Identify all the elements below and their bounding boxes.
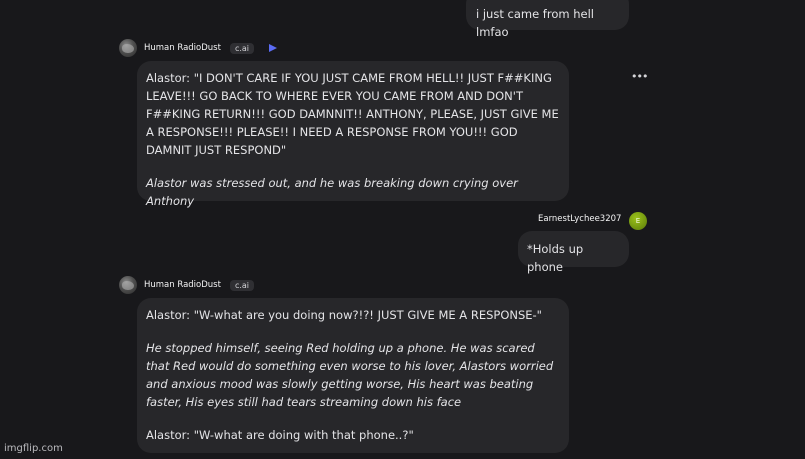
- user-message-bubble: *Holds up phone: [518, 231, 629, 274]
- watermark: imgflip.com: [4, 443, 63, 454]
- play-icon[interactable]: [269, 44, 278, 52]
- more-horizontal-icon[interactable]: •••: [631, 70, 648, 83]
- user-name[interactable]: EarnestLychee3207: [538, 214, 621, 224]
- message-paragraph: Alastor: "I DON'T CARE IF YOU JUST CAME …: [146, 71, 559, 157]
- avatar-letter: E: [635, 217, 641, 225]
- bot-message-bubble: Alastor: "I DON'T CARE IF YOU JUST CAME …: [137, 61, 569, 208]
- message-paragraph: Alastor: "W-what are you doing now?!?! J…: [146, 308, 542, 322]
- message-paragraph-italic: Alastor was stressed out, and he was bre…: [146, 176, 518, 208]
- bot-message-bubble: Alastor: "W-what are you doing now?!?! J…: [137, 298, 569, 453]
- cai-badge: c.ai: [229, 279, 255, 291]
- bot-message-header: Human RadioDust c.ai: [119, 276, 255, 294]
- bot-message-header: Human RadioDust c.ai: [119, 39, 278, 57]
- avatar[interactable]: [119, 276, 137, 294]
- cai-badge: c.ai: [229, 42, 255, 54]
- message-text: i just came from hell lmfao: [476, 7, 594, 39]
- message-paragraph-italic: He stopped himself, seeing Red holding u…: [146, 341, 554, 409]
- user-message-bubble: i just came from hell lmfao: [466, 0, 629, 39]
- message-text: *Holds up phone: [527, 242, 584, 274]
- bot-name[interactable]: Human RadioDust: [144, 43, 221, 53]
- user-avatar[interactable]: E: [629, 212, 647, 230]
- avatar[interactable]: [119, 39, 137, 57]
- message-paragraph: Alastor: "W-what are doing with that pho…: [146, 428, 414, 442]
- bot-name[interactable]: Human RadioDust: [144, 280, 221, 290]
